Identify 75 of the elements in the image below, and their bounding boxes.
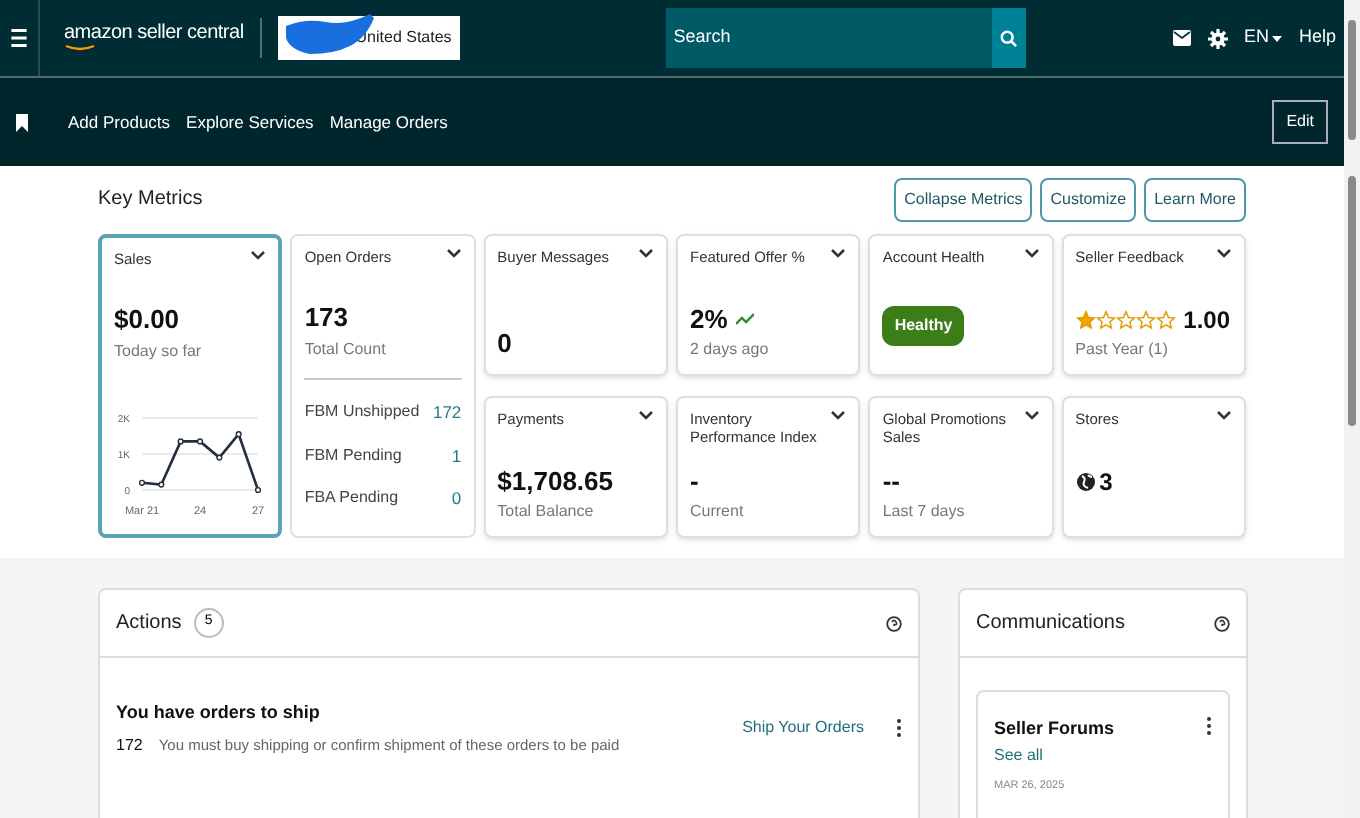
toolbar-button[interactable]: Learn More (1144, 178, 1246, 222)
caret-icon (1272, 35, 1283, 41)
metric-caption: Current (690, 500, 746, 524)
more-icon[interactable] (1206, 716, 1212, 736)
trend-up-icon (735, 311, 754, 326)
metric-value: -- (882, 463, 902, 499)
search-button[interactable] (991, 8, 1026, 68)
order-label: FBM Unshipped (304, 399, 420, 424)
data-point (138, 479, 146, 486)
help-link[interactable]: Help (1298, 24, 1336, 52)
data-point (196, 438, 204, 445)
settings-icon[interactable] (1207, 27, 1228, 49)
sales-line (141, 431, 260, 491)
metric-value: 1.00 (1183, 304, 1231, 338)
chevron-icon[interactable] (1023, 410, 1040, 422)
toolbar-button[interactable]: Customize (1040, 178, 1137, 222)
metric-value: 2% (690, 301, 728, 337)
mail-icon[interactable] (1171, 28, 1192, 48)
panel-title: Communications (976, 610, 1125, 638)
card-title: Seller Forums (994, 716, 1115, 742)
chevron-icon[interactable] (638, 410, 654, 422)
order-count[interactable]: 0 (451, 486, 462, 513)
action-title: You have orders to ship (116, 700, 322, 726)
language-selector[interactable]: EN (1243, 24, 1283, 52)
see-all-link[interactable]: See all (994, 743, 1212, 767)
chevron-icon[interactable] (250, 250, 267, 262)
bookmark-link[interactable]: Manage Orders (329, 109, 448, 135)
metric-value: 0 (497, 325, 514, 361)
metric-caption: Total Count (304, 337, 388, 362)
chevron-icon[interactable] (1023, 248, 1040, 260)
data-point (235, 431, 242, 438)
globe-icon (1075, 472, 1096, 492)
search-field[interactable]: Search (665, 8, 992, 68)
more-icon[interactable] (896, 718, 902, 739)
action-count: 172 (116, 733, 143, 757)
data-point (177, 438, 184, 445)
help-icon[interactable] (1214, 615, 1230, 631)
metric-value: - (690, 463, 701, 499)
data-point (216, 454, 223, 461)
order-count[interactable]: 172 (432, 399, 462, 426)
data-point (254, 486, 262, 494)
metric-value: 3 (1099, 466, 1113, 500)
metric-caption: Last 7 days (882, 500, 967, 524)
chevron-icon[interactable] (445, 248, 462, 260)
metric-caption: 2 days ago (690, 338, 771, 362)
data-point (158, 481, 165, 488)
help-icon[interactable] (886, 615, 902, 631)
action-link[interactable]: Ship Your Orders (742, 716, 864, 741)
metric-caption: Past Year (1) (1075, 338, 1170, 362)
bookmark-icon[interactable] (16, 113, 28, 131)
logo-smile-icon (64, 44, 96, 52)
chevron-icon[interactable] (830, 248, 847, 260)
edit-button[interactable]: Edit (1272, 100, 1328, 144)
scrollbar-thumb[interactable] (1348, 20, 1356, 140)
metric-value: 173 (304, 300, 351, 337)
chevron-icon[interactable] (830, 410, 847, 422)
bookmark-link[interactable]: Add Products (68, 109, 171, 135)
chevron-icon[interactable] (1216, 248, 1232, 260)
search-icon (999, 29, 1018, 47)
panel-title: Actions (116, 610, 182, 638)
order-label: FBA Pending (304, 486, 399, 511)
logo[interactable]: amazon seller central (64, 24, 244, 44)
toolbar-button[interactable]: Collapse Metrics (894, 178, 1033, 222)
order-label: FBM Pending (304, 443, 402, 468)
metric-value: $1,708.65 (497, 463, 615, 499)
metric-caption: Total Balance (497, 500, 596, 524)
scrollbar-thumb[interactable] (1348, 176, 1356, 426)
metric-value: $0.00 (114, 302, 182, 339)
bookmark-link[interactable]: Explore Services (186, 109, 314, 135)
status-badge: Healthy (882, 306, 965, 346)
chevron-icon[interactable] (638, 248, 654, 260)
chevron-icon[interactable] (1216, 410, 1232, 422)
order-count[interactable]: 1 (451, 443, 462, 469)
metric-caption: Today so far (114, 339, 204, 364)
section-title: Key Metrics (98, 186, 203, 214)
